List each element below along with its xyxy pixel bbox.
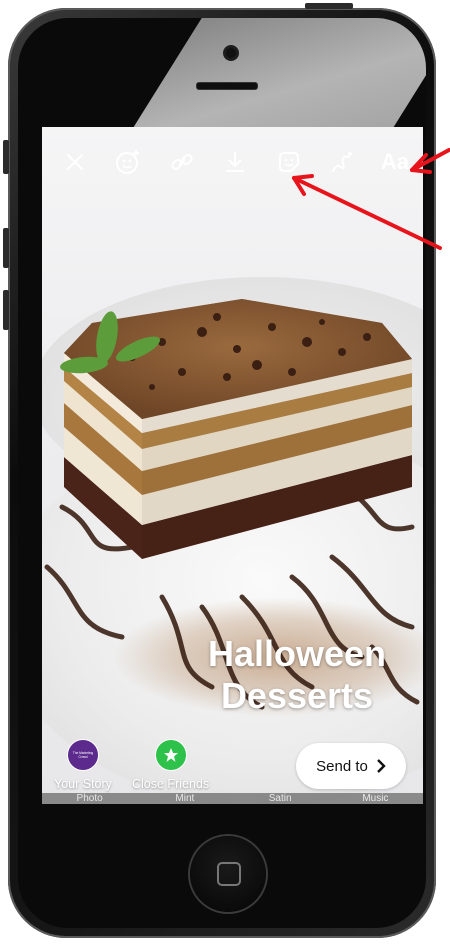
annotation-arrow-text-tool <box>410 148 450 174</box>
annotation-arrow-sticker <box>292 174 442 250</box>
annotation-arrows <box>292 148 450 250</box>
